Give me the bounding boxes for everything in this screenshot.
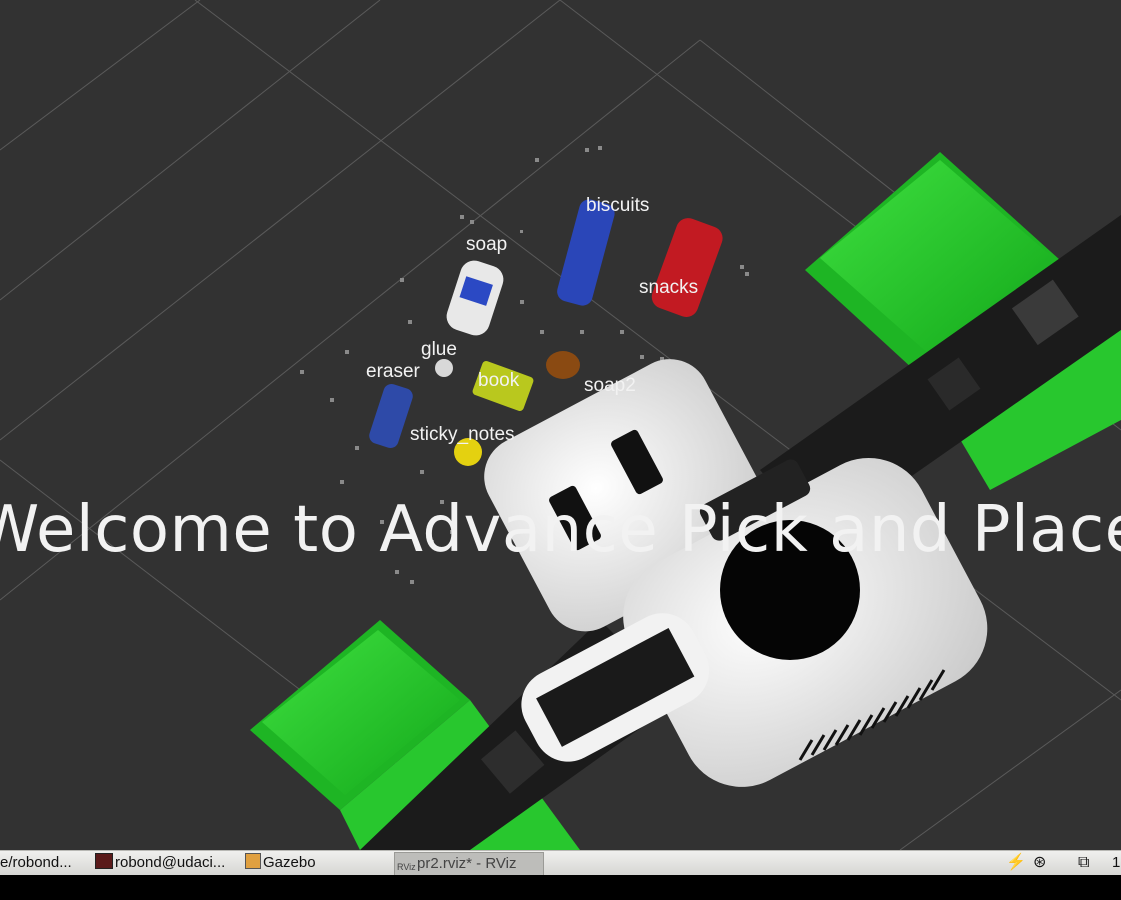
label-book: book [478,370,520,391]
clock[interactable]: 1 [1112,852,1120,874]
taskbar-item-terminal-2[interactable]: robond@udaci... [95,852,225,874]
taskbar-item-terminal-1[interactable]: e/robond... [0,852,72,874]
power-icon[interactable]: ⚡ [1006,852,1026,874]
taskbar-item-rviz[interactable]: RVizpr2.rviz* - RViz [394,852,544,876]
taskbar-item-gazebo[interactable]: Gazebo [245,852,316,874]
taskbar-item-label: e/robond... [0,854,72,871]
label-sticky-notes: sticky_notes [410,424,515,445]
taskbar: e/robond... robond@udaci... Gazebo RVizp… [0,850,1121,876]
workspace-switcher-icon[interactable]: ⧉ [1078,852,1089,874]
label-snacks: snacks [639,277,699,298]
label-eraser: eraser [366,361,420,382]
welcome-text: Welcome to Advance Pick and Place [0,493,1121,567]
taskbar-item-label: Gazebo [263,854,316,871]
rviz-3d-viewport[interactable]: biscuits soap snacks glue eraser book so… [0,0,1121,850]
screen-bottom-edge [0,875,1121,900]
warning-icon[interactable]: ⊛ [1033,852,1046,874]
terminal-icon [95,853,113,869]
scene-render [0,0,1121,850]
taskbar-item-label: pr2.rviz* - RViz [417,855,517,872]
taskbar-item-label: robond@udaci... [115,854,226,871]
label-soap2: soap2 [584,375,636,396]
label-soap: soap [466,234,508,255]
gazebo-icon [245,853,261,869]
label-biscuits: biscuits [586,195,650,216]
rviz-icon: RViz [397,862,416,872]
label-glue: glue [421,339,457,360]
